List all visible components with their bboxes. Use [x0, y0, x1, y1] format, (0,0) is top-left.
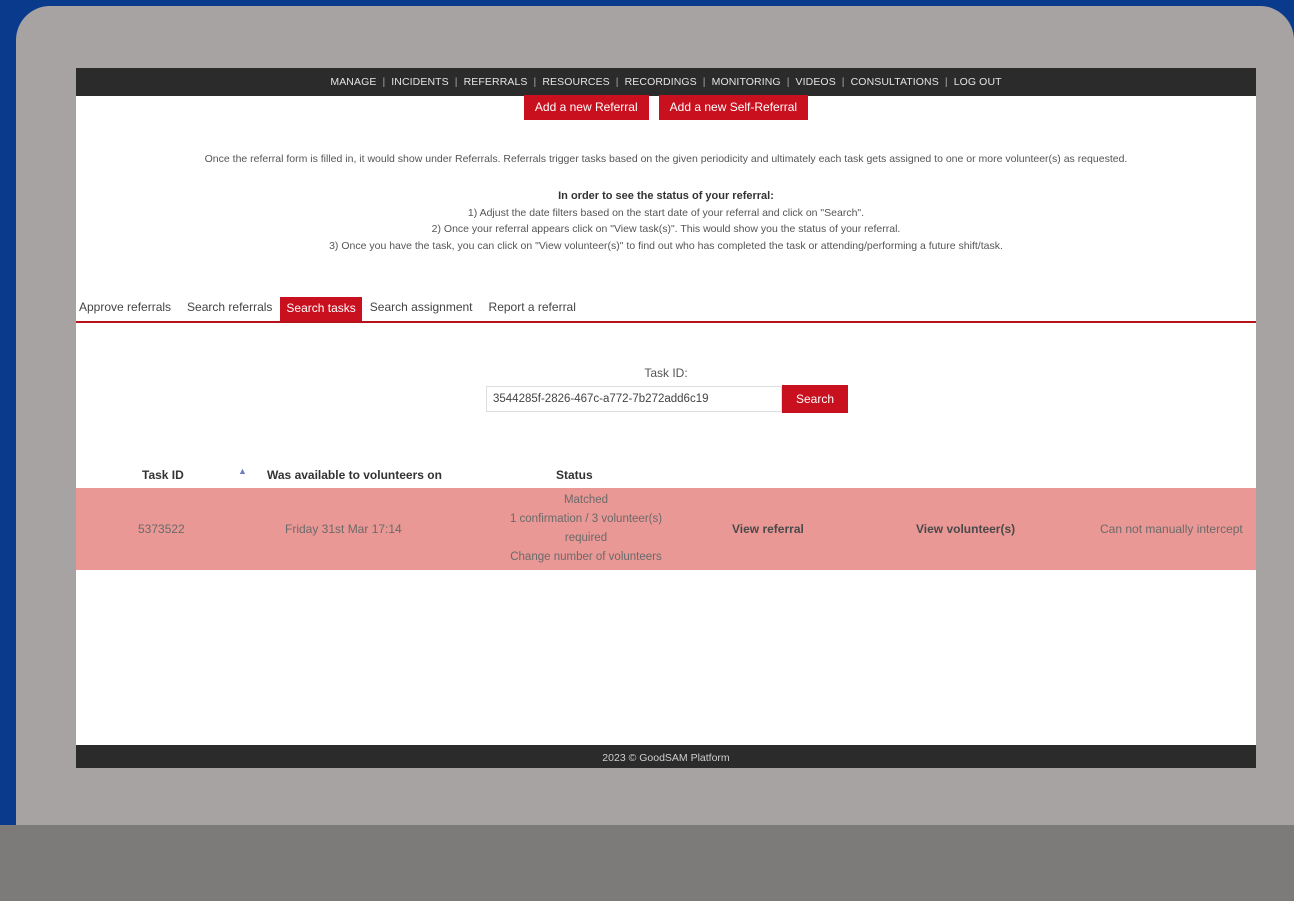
nav-resources[interactable]: RESOURCES [536, 76, 615, 88]
tab-search-tasks[interactable]: Search tasks [280, 297, 362, 321]
row-available-date: Friday 31st Mar 17:14 [285, 522, 402, 536]
column-header-task-id[interactable]: Task ID [142, 468, 184, 482]
task-search-form: Search [486, 385, 848, 413]
nav-manage[interactable]: MANAGE [324, 76, 382, 88]
table-header: Task ID ▲ Was available to volunteers on… [76, 460, 1256, 484]
referral-actions: Add a new Referral Add a new Self-Referr… [76, 95, 1256, 120]
column-header-available[interactable]: Was available to volunteers on [267, 468, 442, 482]
view-referral-link[interactable]: View referral [732, 522, 804, 536]
tab-report-referral[interactable]: Report a referral [481, 300, 584, 321]
row-status: Matched 1 confirmation / 3 volunteer(s) … [486, 491, 686, 567]
row-task-id: 5373522 [138, 522, 185, 536]
nav-logout[interactable]: LOG OUT [948, 76, 1008, 88]
nav-incidents[interactable]: INCIDENTS [385, 76, 455, 88]
nav-videos[interactable]: VIDEOS [790, 76, 842, 88]
nav-recordings[interactable]: RECORDINGS [619, 76, 703, 88]
view-volunteers-link[interactable]: View volunteer(s) [916, 522, 1015, 536]
top-navigation: MANAGE | INCIDENTS | REFERRALS | RESOURC… [76, 68, 1256, 96]
tab-approve-referrals[interactable]: Approve referrals [76, 300, 179, 321]
intercept-status: Can not manually intercept [1100, 522, 1243, 536]
footer: 2023 © GoodSAM Platform [76, 745, 1256, 768]
tab-bar: Approve referrals Search referrals Searc… [76, 296, 1256, 323]
nav-consultations[interactable]: CONSULTATIONS [845, 76, 945, 88]
status-confirmation: 1 confirmation / 3 volunteer(s) [509, 513, 663, 525]
add-self-referral-button[interactable]: Add a new Self-Referral [658, 95, 809, 120]
task-id-label: Task ID: [644, 366, 688, 380]
search-button[interactable]: Search [782, 385, 848, 413]
nav-monitoring[interactable]: MONITORING [706, 76, 787, 88]
table-row: 5373522 Friday 31st Mar 17:14 Matched 1 … [76, 488, 1256, 570]
status-required: required [564, 532, 608, 544]
app-screen: MANAGE | INCIDENTS | REFERRALS | RESOURC… [76, 68, 1256, 768]
sort-ascending-icon[interactable]: ▲ [238, 466, 247, 476]
nav-referrals[interactable]: REFERRALS [458, 76, 534, 88]
add-referral-button[interactable]: Add a new Referral [523, 95, 649, 120]
instruction-step-3: 3) Once you have the task, you can click… [329, 239, 1003, 252]
change-volunteers-link[interactable]: Change number of volunteers [486, 548, 686, 567]
tab-search-referrals[interactable]: Search referrals [179, 300, 280, 321]
status-matched: Matched [563, 494, 609, 506]
tab-search-assignment[interactable]: Search assignment [362, 300, 481, 321]
instructions-heading: In order to see the status of your refer… [558, 190, 774, 202]
instruction-step-2: 2) Once your referral appears click on "… [431, 223, 901, 235]
instructions: In order to see the status of your refer… [76, 188, 1256, 254]
device-base [0, 825, 1294, 901]
instruction-step-1: 1) Adjust the date filters based on the … [467, 206, 865, 219]
intro-text: Once the referral form is filled in, it … [204, 153, 1128, 165]
column-header-status[interactable]: Status [556, 468, 593, 482]
task-id-input[interactable] [486, 386, 782, 412]
